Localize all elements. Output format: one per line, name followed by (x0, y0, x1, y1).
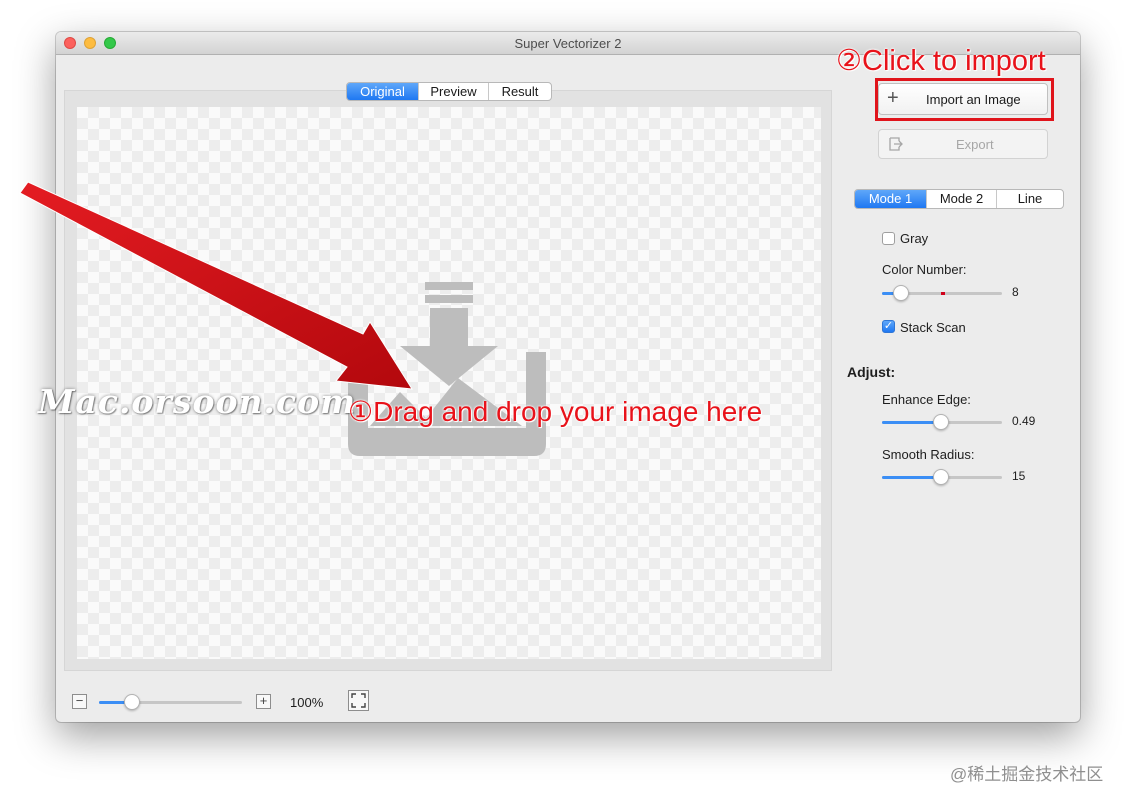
view-tabs: Original Preview Result (346, 82, 552, 101)
canvas-area: Original Preview Result (64, 82, 832, 671)
zoom-slider-knob[interactable] (124, 694, 140, 710)
color-number-slider-knob[interactable] (893, 285, 909, 301)
tab-result[interactable]: Result (488, 83, 551, 100)
app-window: Super Vectorizer 2 Original Preview Resu… (56, 32, 1080, 722)
source-credit: @稀土掘金技术社区 (950, 765, 1104, 784)
import-image-icon (348, 282, 546, 456)
smooth-radius-value: 15 (1012, 469, 1026, 483)
smooth-radius-label: Smooth Radius: (882, 447, 975, 462)
enhance-edge-slider[interactable] (882, 413, 1002, 431)
fullscreen-icon (351, 693, 366, 708)
tab-mode-2[interactable]: Mode 2 (926, 190, 996, 208)
color-number-value: 8 (1012, 285, 1019, 299)
zoom-out-button[interactable]: − (72, 694, 87, 709)
stack-scan-checkbox[interactable]: ✓ (882, 320, 895, 333)
fullscreen-button[interactable] (348, 690, 369, 711)
export-button-label: Export (956, 137, 994, 152)
zoom-slider[interactable] (99, 693, 242, 711)
smooth-radius-slider[interactable] (882, 468, 1002, 486)
enhance-edge-value: 0.49 (1012, 414, 1036, 428)
gray-label: Gray (900, 231, 929, 246)
stack-scan-label: Stack Scan (900, 320, 966, 335)
adjust-heading: Adjust: (847, 364, 896, 380)
minus-icon: − (75, 693, 84, 708)
plus-icon: + (259, 693, 268, 708)
enhance-edge-label: Enhance Edge: (882, 392, 971, 407)
tab-line[interactable]: Line (996, 190, 1063, 208)
tab-mode-1[interactable]: Mode 1 (855, 190, 926, 208)
tab-original[interactable]: Original (347, 83, 418, 100)
zoom-in-button[interactable]: + (256, 694, 271, 709)
color-number-slider[interactable] (882, 284, 1002, 302)
smooth-radius-slider-knob[interactable] (933, 469, 949, 485)
gray-checkbox[interactable] (882, 232, 895, 245)
enhance-edge-slider-knob[interactable] (933, 414, 949, 430)
watermark: Mac.orsoon.com (38, 382, 356, 421)
mode-tabs: Mode 1 Mode 2 Line (854, 189, 1064, 209)
color-number-label: Color Number: (882, 262, 967, 277)
annotation-click-to-import: ②Click to import (836, 45, 1046, 77)
import-highlight-box (875, 78, 1054, 121)
annotation-drag-and-drop: ①Drag and drop your image here (348, 396, 763, 427)
tab-preview[interactable]: Preview (418, 83, 488, 100)
export-icon (889, 137, 903, 151)
export-button[interactable]: Export (878, 129, 1048, 159)
zoom-level: 100% (290, 695, 324, 710)
